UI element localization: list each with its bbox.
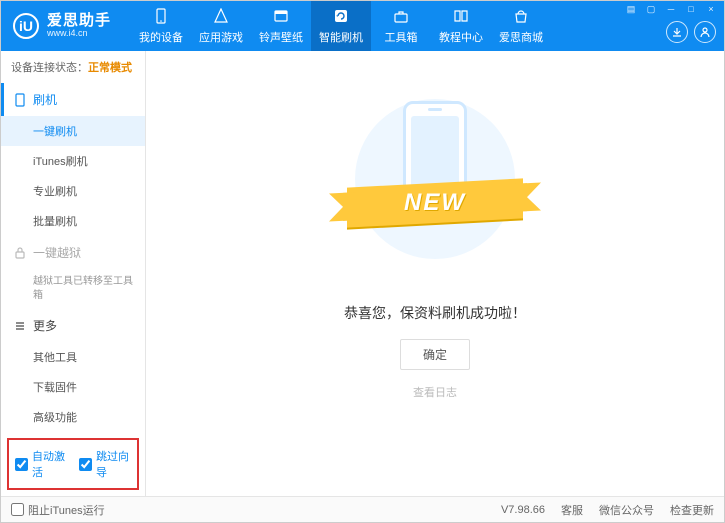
checkbox[interactable]: [15, 458, 28, 471]
toolbox-icon: [392, 7, 410, 25]
sidebar-item-other[interactable]: 其他工具: [1, 342, 145, 372]
nav-label: 爱思商城: [499, 29, 543, 45]
nav-label: 教程中心: [439, 29, 483, 45]
status-value: 正常模式: [88, 62, 132, 74]
view-log-link[interactable]: 查看日志: [413, 384, 457, 400]
nav-tutorials[interactable]: 教程中心: [431, 1, 491, 51]
wallpaper-icon: [272, 7, 290, 25]
sidebar-item-itunes[interactable]: iTunes刷机: [1, 146, 145, 176]
update-link[interactable]: 检查更新: [670, 502, 714, 518]
app-title: 爱思助手: [47, 13, 111, 30]
sidebar-item-oneclick[interactable]: 一键刷机: [1, 116, 145, 146]
app-window: ▤ ▢ － □ × iU 爱思助手 www.i4.cn 我的设备 应用游戏: [0, 0, 725, 523]
check-label: 自动激活: [32, 448, 67, 480]
sidebar-item-advanced[interactable]: 高级功能: [1, 402, 145, 432]
version-label: V7.98.66: [501, 504, 545, 516]
jailbreak-note: 越狱工具已转移至工具箱: [1, 269, 145, 309]
check-label: 阻止iTunes运行: [28, 502, 105, 518]
body: 设备连接状态：正常模式 刷机 一键刷机 iTunes刷机 专业刷机 批量刷机 一…: [1, 51, 724, 496]
main-nav: 我的设备 应用游戏 铃声壁纸 智能刷机 工具箱 教程中心: [131, 1, 551, 51]
nav-flash[interactable]: 智能刷机: [311, 1, 371, 51]
wechat-link[interactable]: 微信公众号: [599, 502, 654, 518]
nav-label: 工具箱: [385, 29, 418, 45]
flash-icon: [332, 7, 350, 25]
nav-label: 智能刷机: [319, 29, 363, 45]
nav-label: 铃声壁纸: [259, 29, 303, 45]
sidebar: 设备连接状态：正常模式 刷机 一键刷机 iTunes刷机 专业刷机 批量刷机 一…: [1, 51, 146, 496]
status-bar: 阻止iTunes运行 V7.98.66 客服 微信公众号 检查更新: [1, 496, 724, 522]
check-skip-guide[interactable]: 跳过向导: [79, 448, 131, 480]
sidebar-item-batch[interactable]: 批量刷机: [1, 206, 145, 236]
app-subtitle: www.i4.cn: [47, 29, 111, 39]
success-illustration: NEW: [335, 91, 535, 281]
logo-icon: iU: [13, 13, 39, 39]
main-content: NEW 恭喜您，保资料刷机成功啦！ 确定 查看日志: [146, 51, 724, 496]
nav-store[interactable]: 爱思商城: [491, 1, 551, 51]
book-icon: [452, 7, 470, 25]
check-label: 跳过向导: [96, 448, 131, 480]
menu-icon[interactable]: ▤: [624, 3, 638, 15]
service-link[interactable]: 客服: [561, 502, 583, 518]
nav-ringtones[interactable]: 铃声壁纸: [251, 1, 311, 51]
status-label: 设备连接状态：: [11, 62, 88, 74]
success-message: 恭喜您，保资料刷机成功啦！: [344, 303, 526, 323]
check-auto-activate[interactable]: 自动激活: [15, 448, 67, 480]
nav-label: 我的设备: [139, 29, 183, 45]
section-more-head[interactable]: 更多: [1, 309, 145, 342]
sidebar-item-firmware[interactable]: 下载固件: [1, 372, 145, 402]
menu-icon: [13, 320, 27, 332]
ok-button[interactable]: 确定: [400, 339, 470, 370]
block-itunes-check[interactable]: 阻止iTunes运行: [11, 502, 105, 518]
user-icon[interactable]: [694, 21, 716, 43]
phone-icon: [152, 7, 170, 25]
nav-apps[interactable]: 应用游戏: [191, 1, 251, 51]
nav-my-device[interactable]: 我的设备: [131, 1, 191, 51]
logo: iU 爱思助手 www.i4.cn: [1, 13, 123, 39]
title-bar: ▤ ▢ － □ × iU 爱思助手 www.i4.cn 我的设备 应用游戏: [1, 1, 724, 51]
apps-icon: [212, 7, 230, 25]
store-icon: [512, 7, 530, 25]
nav-toolbox[interactable]: 工具箱: [371, 1, 431, 51]
lock-icon: [13, 247, 27, 259]
download-icon[interactable]: [666, 21, 688, 43]
skin-icon[interactable]: ▢: [644, 3, 658, 15]
options-box: 自动激活 跳过向导: [7, 438, 139, 490]
section-title: 刷机: [33, 91, 57, 108]
sidebar-item-pro[interactable]: 专业刷机: [1, 176, 145, 206]
section-title: 更多: [33, 317, 57, 334]
checkbox[interactable]: [11, 503, 24, 516]
section-jailbreak-head[interactable]: 一键越狱: [1, 236, 145, 269]
section-flash-head[interactable]: 刷机: [1, 83, 145, 116]
checkbox[interactable]: [79, 458, 92, 471]
section-jailbreak: 一键越狱 越狱工具已转移至工具箱: [1, 236, 145, 309]
phone-icon: [13, 93, 27, 107]
section-more: 更多 其他工具 下载固件 高级功能: [1, 309, 145, 432]
ribbon-text: NEW: [404, 189, 466, 217]
header-actions: [666, 1, 716, 51]
section-flash: 刷机 一键刷机 iTunes刷机 专业刷机 批量刷机: [1, 83, 145, 236]
connection-status: 设备连接状态：正常模式: [1, 51, 145, 83]
section-title: 一键越狱: [33, 244, 81, 261]
nav-label: 应用游戏: [199, 29, 243, 45]
